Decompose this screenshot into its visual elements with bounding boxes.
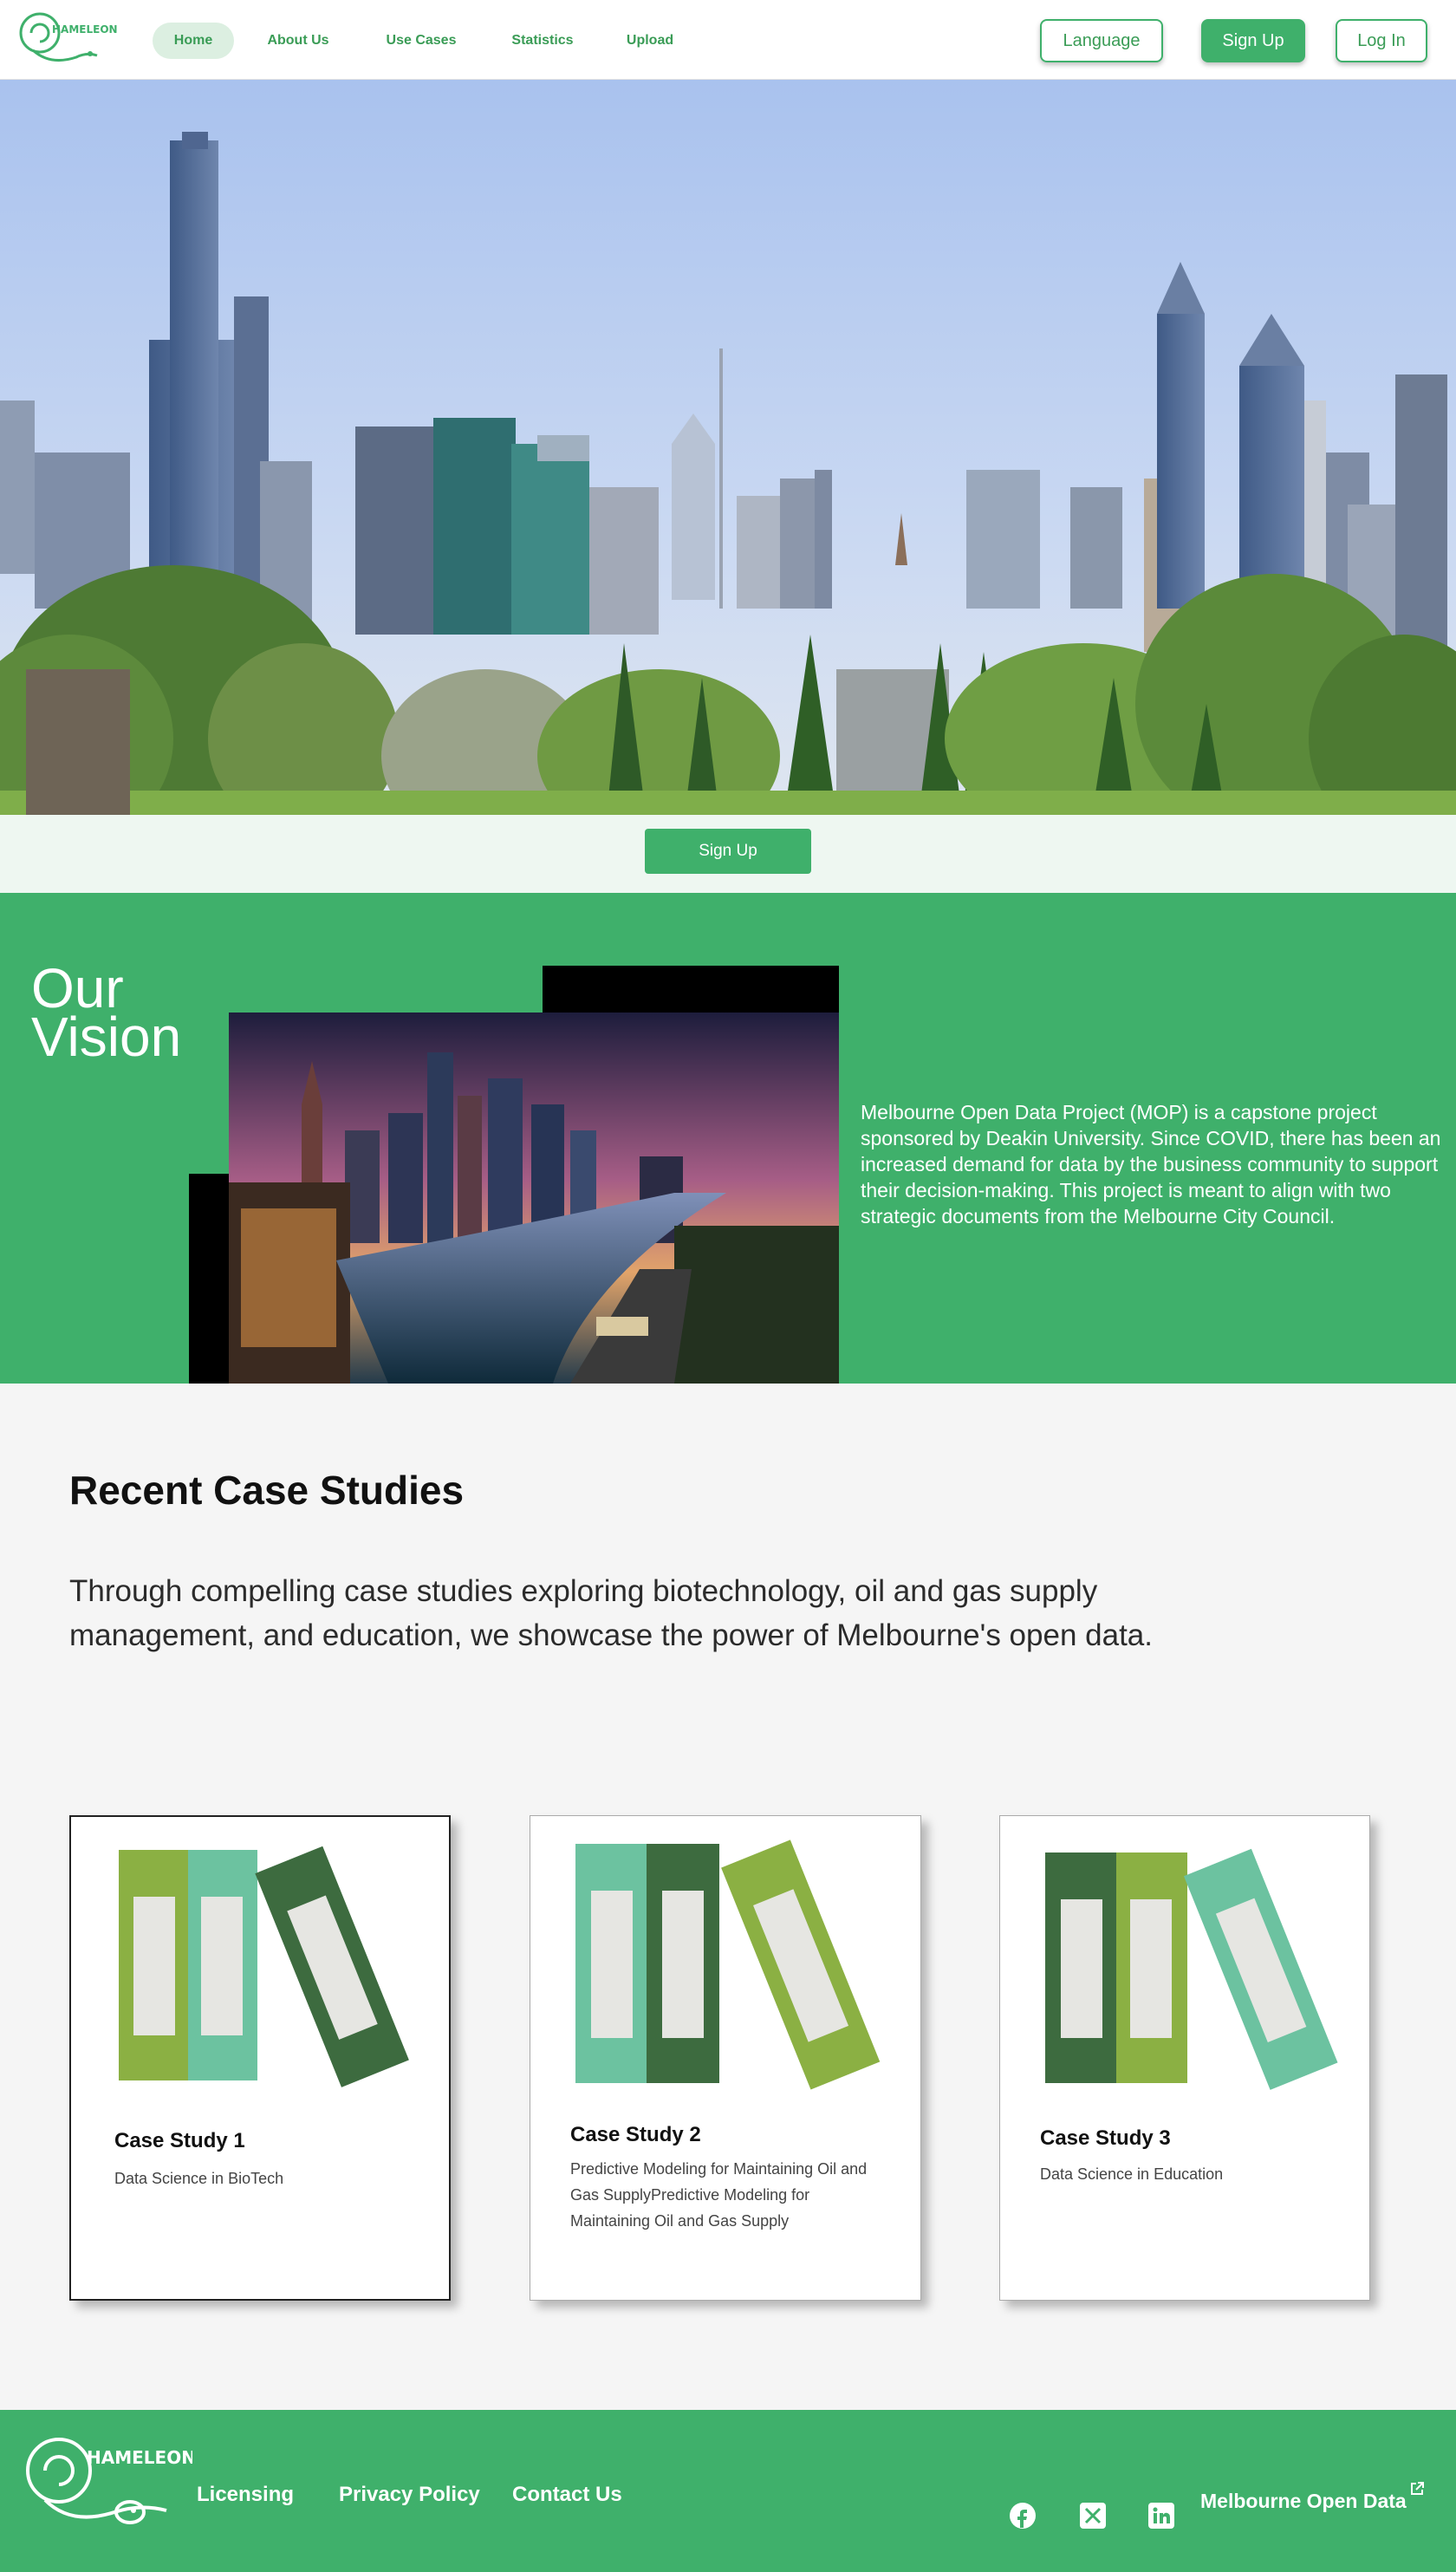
external-link-icon [1411, 2482, 1424, 2495]
hero-city-photo [0, 80, 1456, 815]
case-studies-intro: Through compelling case studies explorin… [69, 1574, 1153, 1652]
case-study-title: Case Study 2 [570, 2123, 701, 2146]
footer-privacy-policy-link[interactable]: Privacy Policy [339, 2483, 480, 2507]
case-studies-heading: Recent Case Studies [69, 1468, 465, 1513]
footer: HAMELEON Licensing Privacy Policy Contac… [0, 2410, 1456, 2572]
melbourne-open-data-link[interactable]: Melbourne Open Data [1200, 2490, 1407, 2513]
x-icon[interactable] [1079, 2502, 1107, 2530]
top-navbar: HAMELEON Home About Us Use Cases Statist… [0, 0, 1456, 80]
nav-statistics[interactable]: Statistics [501, 23, 584, 59]
binders-icon [575, 1839, 881, 2090]
hero-sign-up-button[interactable]: Sign Up [645, 829, 811, 874]
vision-description: Melbourne Open Data Project (MOP) is a c… [861, 1101, 1441, 1227]
case-study-description: Data Science in BioTech [114, 2170, 284, 2187]
log-in-button[interactable]: Log In [1336, 19, 1427, 62]
chameleon-logo[interactable]: HAMELEON [19, 2427, 192, 2528]
nav-upload[interactable]: Upload [617, 23, 683, 59]
case-study-title: Case Study 1 [114, 2129, 245, 2152]
signup-strip: Sign Up [0, 815, 1456, 893]
footer-contact-us-link[interactable]: Contact Us [512, 2483, 622, 2507]
case-study-title: Case Study 3 [1040, 2126, 1171, 2150]
case-study-description: Data Science in Education [1040, 2165, 1224, 2183]
nav-home[interactable]: Home [153, 23, 234, 59]
vision-section: Our Vision Melbourne Open Data Project (… [0, 893, 1456, 1384]
case-study-card-2[interactable]: Case Study 2 Predictive Modeling for Mai… [530, 1815, 921, 2301]
nav-about-us[interactable]: About Us [257, 23, 340, 59]
melbourne-night-illustration [189, 966, 839, 1384]
facebook-icon[interactable] [1009, 2502, 1037, 2530]
logo-text: HAMELEON [52, 23, 118, 36]
case-study-card-3[interactable]: Case Study 3 Data Science in Education [999, 1815, 1370, 2301]
nav-use-cases[interactable]: Use Cases [378, 23, 465, 59]
vision-title-line2: Vision [31, 1006, 182, 1068]
vision-title: Our Vision [31, 960, 182, 1068]
nav-sign-up-button[interactable]: Sign Up [1201, 19, 1305, 62]
language-button[interactable]: Language [1040, 19, 1163, 62]
linkedin-icon[interactable] [1147, 2502, 1175, 2530]
footer-logo-text: HAMELEON [87, 2447, 192, 2468]
footer-licensing-link[interactable]: Licensing [197, 2483, 294, 2507]
binders-icon [1045, 1848, 1338, 2090]
case-study-card-1[interactable]: Case Study 1 Data Science in BioTech [69, 1815, 451, 2301]
chameleon-logo[interactable]: HAMELEON [16, 7, 120, 68]
binders-icon [119, 1846, 409, 2087]
case-study-description: Predictive Modeling for Maintaining Oil … [570, 2160, 868, 2230]
